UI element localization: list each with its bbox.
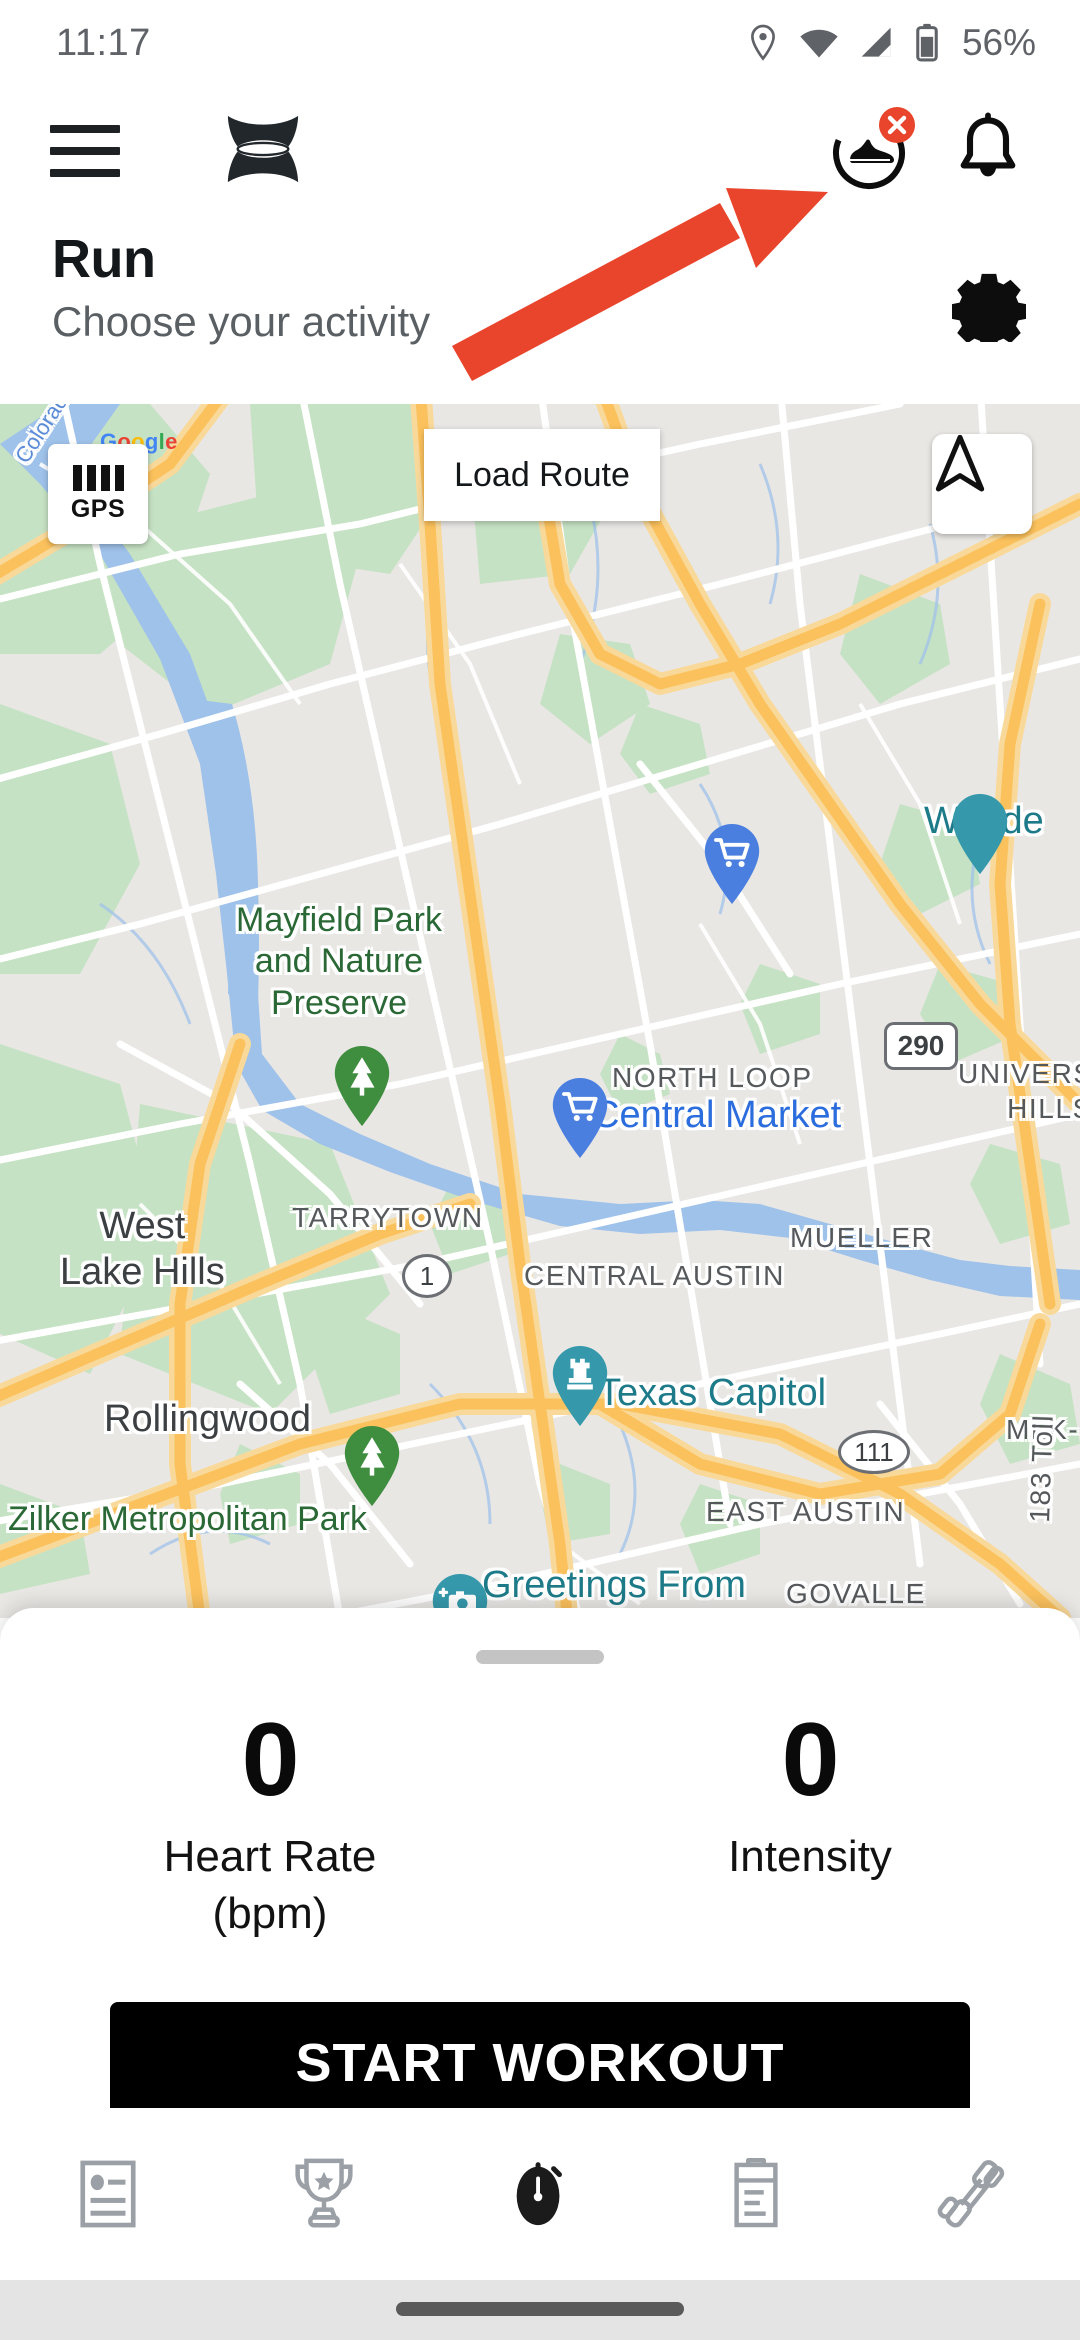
load-route-button[interactable]: Load Route xyxy=(424,429,660,521)
nav-item-training-plan[interactable] xyxy=(648,2108,864,2280)
nav-item-challenges[interactable] xyxy=(216,2108,432,2280)
bell-icon[interactable] xyxy=(952,111,1024,191)
gear-icon[interactable] xyxy=(951,268,1027,350)
gps-indicator: GPS xyxy=(48,444,148,544)
page-subtitle: Choose your activity xyxy=(52,298,431,345)
stats-row: 0 Heart Rate (bpm) 0 Intensity xyxy=(0,1702,1080,1942)
sheet-drag-handle[interactable] xyxy=(476,1650,604,1664)
place-pin[interactable] xyxy=(948,792,1012,876)
map-view[interactable]: Google GPS Load Route Colorado River May… xyxy=(0,404,1080,1618)
stat-intensity: 0 Intensity xyxy=(540,1702,1080,1942)
route-shield-label: 111 xyxy=(854,1436,894,1467)
status-icons: 56% xyxy=(746,22,1036,64)
cellular-signal-icon xyxy=(861,27,891,57)
status-bar: 11:17 56% xyxy=(0,0,1080,86)
shopping-cart-pin[interactable] xyxy=(548,1076,612,1160)
nav-item-feed[interactable] xyxy=(0,2108,216,2280)
dumbbell-icon xyxy=(937,2160,1005,2228)
intensity-value: 0 xyxy=(781,1702,840,1818)
stopwatch-icon xyxy=(516,2162,562,2226)
under-armour-logo xyxy=(194,110,332,193)
system-gesture-bar xyxy=(0,2280,1080,2340)
route-shield: 290 xyxy=(884,1022,958,1070)
route-shield: 111 xyxy=(838,1430,910,1474)
feed-icon xyxy=(80,2160,136,2228)
park-tree-pin[interactable] xyxy=(330,1044,394,1128)
app-bar xyxy=(0,86,1080,216)
trophy-icon xyxy=(295,2158,353,2228)
wifi-icon xyxy=(800,29,838,58)
connected-shoe-icon[interactable] xyxy=(828,107,915,194)
workout-bottom-sheet[interactable]: 0 Heart Rate (bpm) 0 Intensity START WORK… xyxy=(0,1608,1080,2124)
gps-signal-bars-icon xyxy=(72,464,124,491)
location-pin-icon xyxy=(750,24,775,61)
gps-label: GPS xyxy=(70,494,126,523)
status-time: 11:17 xyxy=(56,21,151,64)
shopping-cart-pin[interactable] xyxy=(700,822,764,906)
hamburger-menu-icon[interactable] xyxy=(50,125,120,177)
heart-rate-label: Heart Rate (bpm) xyxy=(163,1832,377,1938)
stat-heart-rate: 0 Heart Rate (bpm) xyxy=(0,1702,540,1942)
route-shield-label: 290 xyxy=(897,1030,945,1061)
route-shield-label: 1 xyxy=(419,1260,435,1291)
bottom-navigation xyxy=(0,2108,1080,2280)
training-plan-clipboard-icon xyxy=(734,2158,778,2228)
gesture-handle[interactable] xyxy=(396,2302,684,2316)
map-canvas xyxy=(0,404,1080,1618)
page-header: Run Choose your activity xyxy=(0,216,1080,406)
start-workout-button[interactable]: START WORKOUT xyxy=(110,2002,970,2124)
error-x-badge xyxy=(879,107,915,143)
page-title: Run xyxy=(52,229,156,289)
navigation-arrow-icon[interactable] xyxy=(932,434,1032,534)
route-shield: 1 xyxy=(402,1254,452,1298)
nav-item-activity[interactable] xyxy=(432,2108,648,2280)
park-tree-pin[interactable] xyxy=(340,1424,404,1508)
heart-rate-value: 0 xyxy=(241,1702,300,1818)
monument-pin[interactable] xyxy=(548,1344,612,1428)
nav-item-workouts[interactable] xyxy=(864,2108,1080,2280)
battery-percent: 56% xyxy=(961,22,1036,63)
intensity-label: Intensity xyxy=(728,1832,892,1882)
battery-icon xyxy=(916,23,938,62)
